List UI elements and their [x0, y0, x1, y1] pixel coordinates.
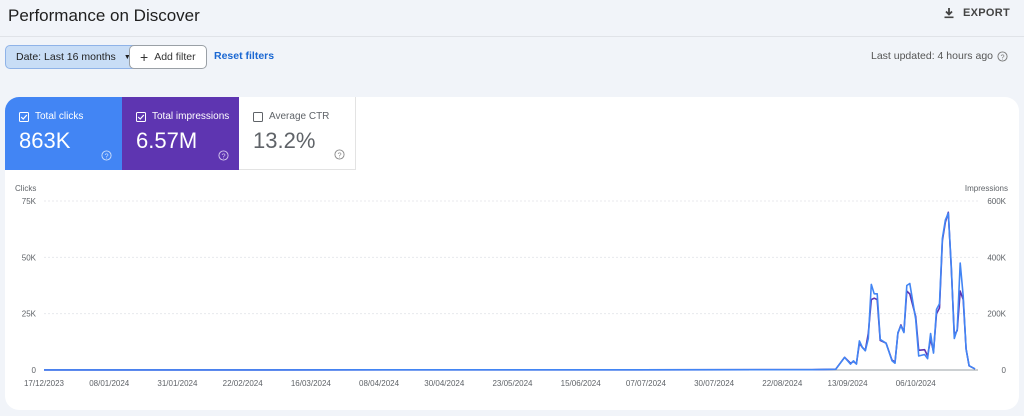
y-tick-left: 50K [22, 253, 37, 262]
plus-icon: + [140, 49, 149, 65]
series-line-impressions [44, 211, 976, 371]
x-tick: 30/07/2024 [694, 379, 735, 388]
svg-text:?: ? [337, 150, 341, 159]
x-tick: 06/10/2024 [896, 379, 937, 388]
x-tick: 30/04/2024 [424, 379, 465, 388]
help-icon[interactable]: ? [218, 150, 229, 161]
export-label: EXPORT [962, 7, 1010, 19]
last-updated: Last updated: 4 hours ago ? [871, 50, 1008, 62]
metric-label: Total clicks [35, 111, 84, 122]
svg-text:?: ? [1000, 52, 1004, 61]
x-tick: 08/01/2024 [89, 379, 130, 388]
x-tick: 22/02/2024 [223, 379, 264, 388]
header-divider [0, 36, 1024, 37]
export-button[interactable]: EXPORT [943, 7, 1010, 19]
date-filter-label: Date: Last 16 months [16, 51, 116, 63]
download-icon [944, 8, 954, 19]
svg-text:?: ? [104, 151, 108, 160]
y-axis-left-title: Clicks [15, 184, 36, 193]
performance-chart: Clicks Impressions 0 0 25K 200K 50K 400K 75K 60… [15, 184, 1008, 388]
metric-label: Total impressions [152, 111, 230, 122]
add-filter-button[interactable]: + Add filter [129, 45, 207, 69]
x-tick: 31/01/2024 [157, 379, 198, 388]
date-filter-chip[interactable]: Date: Last 16 months ▼ [5, 45, 142, 69]
y-tick-right: 600K [987, 197, 1006, 206]
checkbox-checked-icon[interactable] [19, 111, 29, 122]
x-tick: 13/09/2024 [828, 379, 869, 388]
x-tick: 16/03/2024 [291, 379, 332, 388]
x-tick: 17/12/2023 [24, 379, 65, 388]
x-tick: 08/04/2024 [359, 379, 400, 388]
y-tick-right: 0 [1002, 366, 1007, 375]
y-tick-left: 0 [32, 366, 37, 375]
metric-total-clicks[interactable]: Total clicks 863K ? [5, 97, 122, 170]
checkbox-checked-icon[interactable] [136, 111, 146, 122]
y-tick-left: 75K [22, 197, 37, 206]
metric-average-ctr[interactable]: Average CTR 13.2% ? [239, 97, 356, 170]
y-tick-right: 200K [987, 310, 1006, 319]
help-icon[interactable]: ? [101, 150, 112, 161]
add-filter-label: Add filter [154, 51, 196, 63]
help-icon[interactable]: ? [997, 50, 1008, 62]
checkbox-unchecked-icon[interactable] [253, 111, 263, 122]
y-axis-right-title: Impressions [965, 184, 1008, 193]
metric-label: Average CTR [269, 111, 330, 122]
y-tick-left: 25K [22, 310, 37, 319]
x-tick: 15/06/2024 [561, 379, 602, 388]
x-tick: 22/08/2024 [762, 379, 803, 388]
last-updated-text: Last updated: 4 hours ago [870, 50, 993, 62]
reset-filters-link[interactable]: Reset filters [214, 50, 274, 62]
page-title: Performance on Discover [8, 6, 200, 25]
help-icon[interactable]: ? [334, 149, 345, 160]
svg-text:?: ? [221, 151, 225, 160]
x-tick: 07/07/2024 [626, 379, 667, 388]
x-tick: 23/05/2024 [492, 379, 533, 388]
metric-total-impressions[interactable]: Total impressions 6.57M ? [122, 97, 239, 170]
series-line-clicks [44, 212, 976, 371]
y-tick-right: 400K [987, 253, 1006, 262]
